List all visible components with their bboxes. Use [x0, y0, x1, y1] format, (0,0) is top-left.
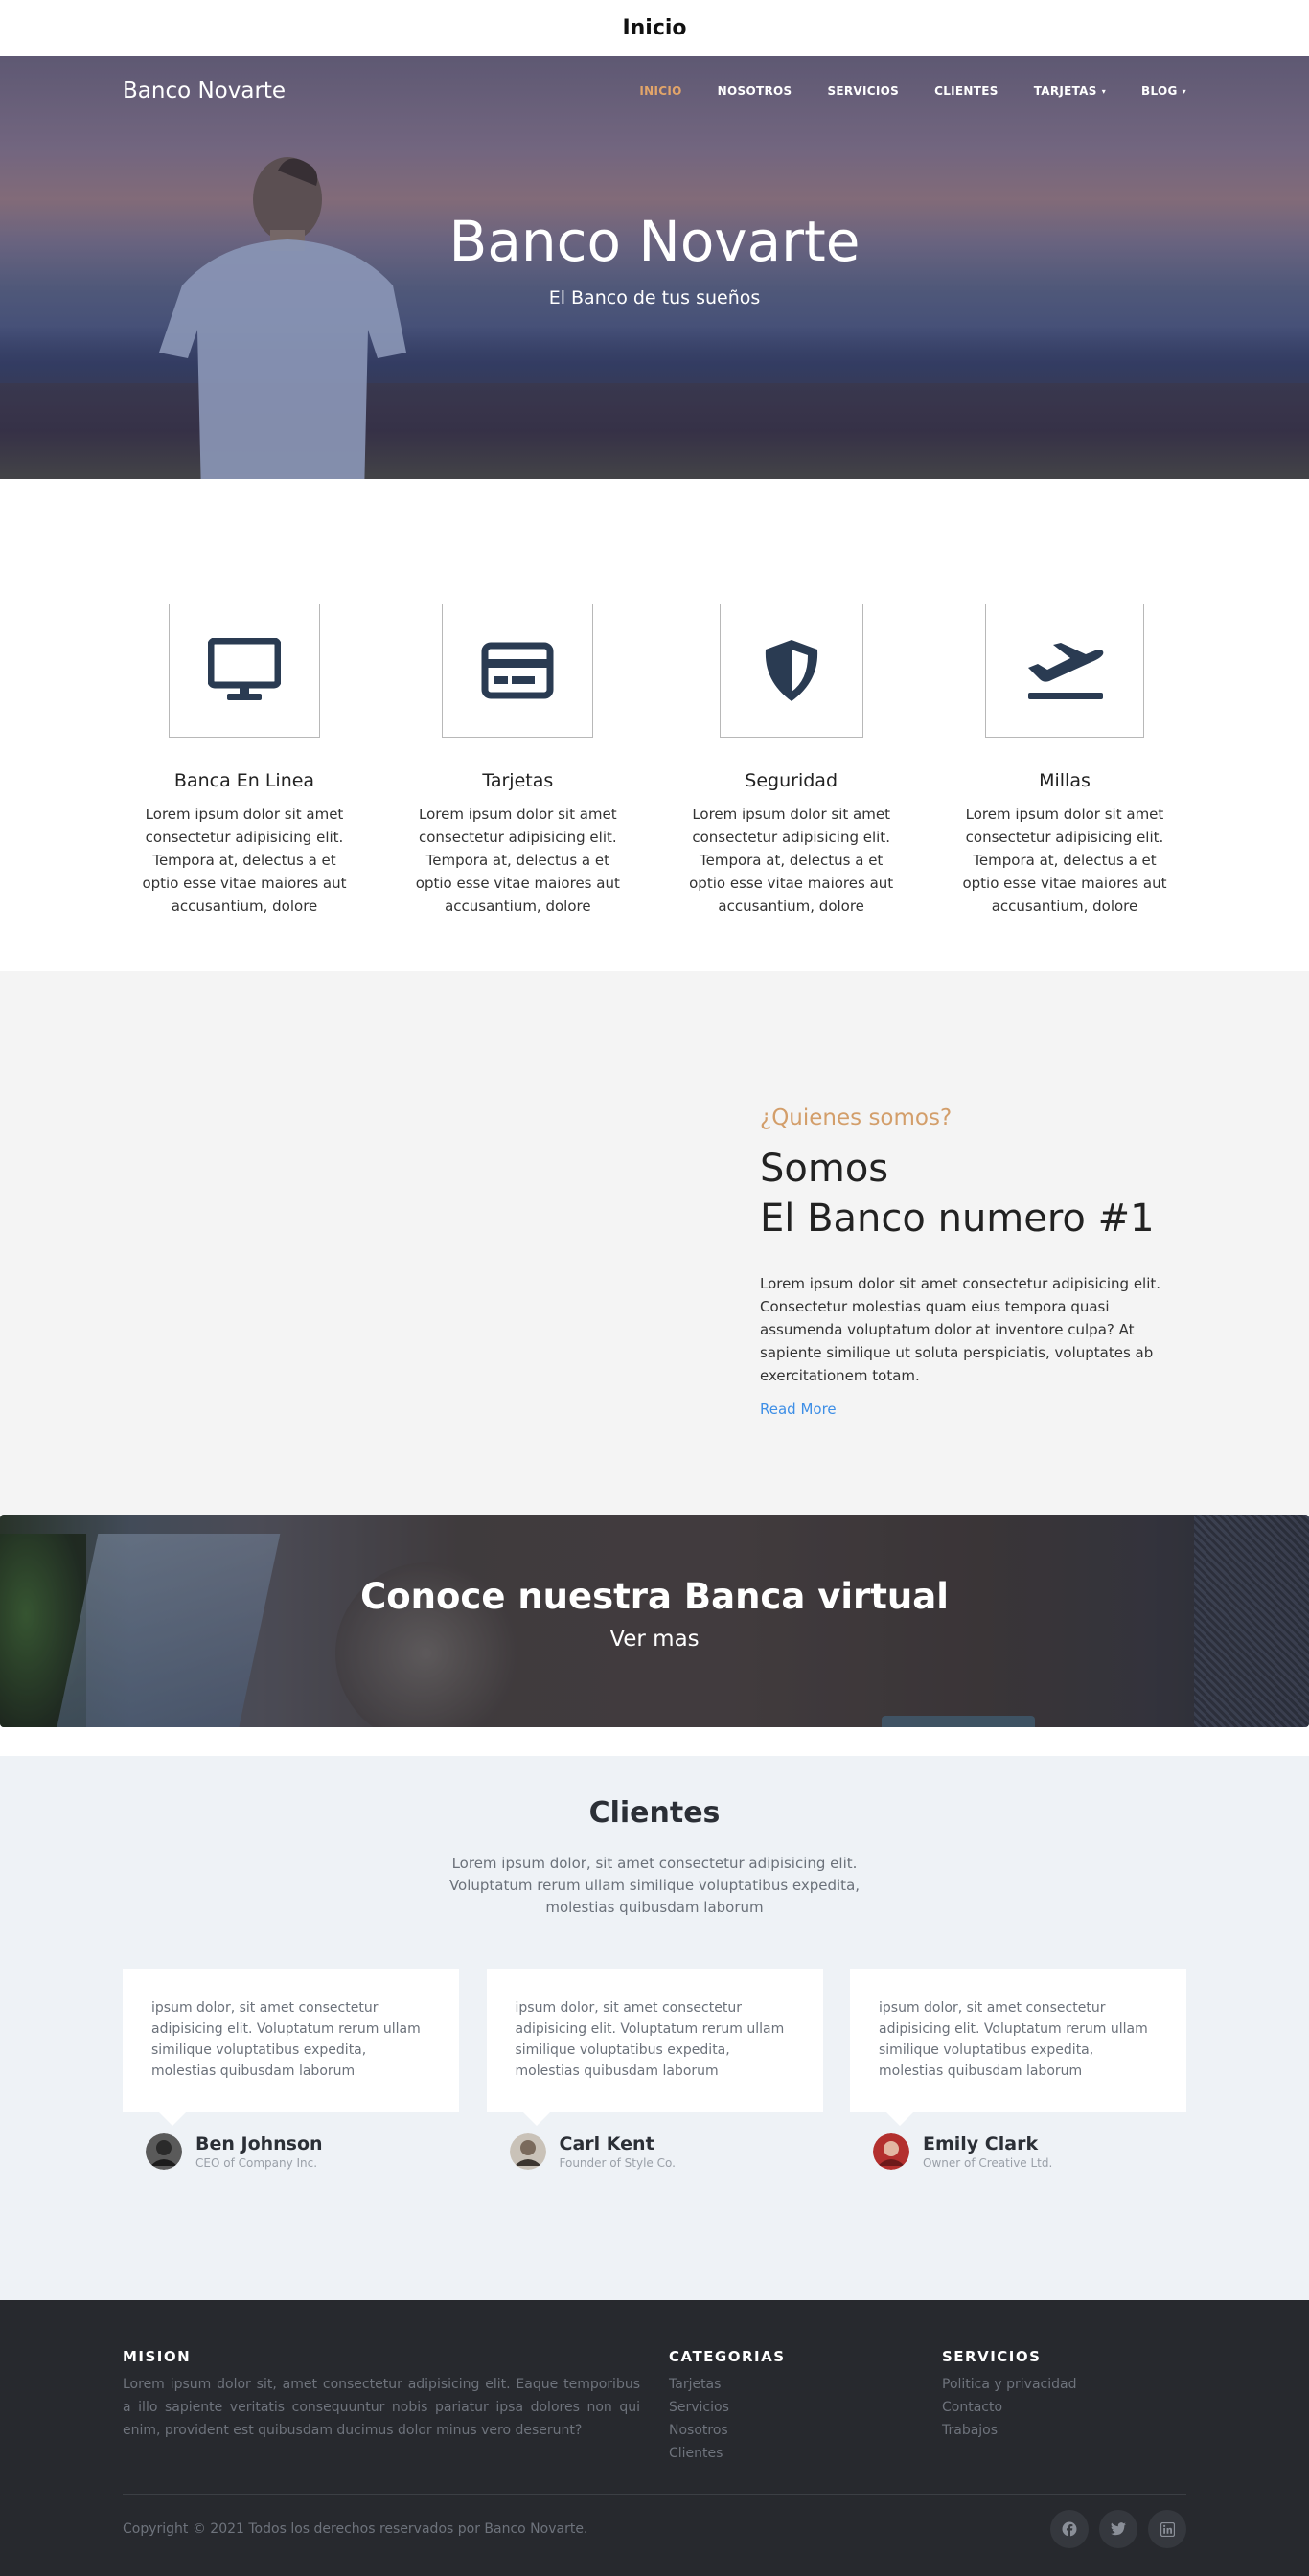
page-title: Inicio — [622, 15, 687, 40]
clients-lead: Lorem ipsum dolor, sit amet consectetur … — [448, 1855, 861, 1916]
nav-item-nosotros[interactable]: NOSOTROS — [718, 84, 792, 98]
hero-text: Banco Novarte El Banco de tus sueños — [0, 209, 1309, 308]
about-heading: Somos El Banco numero #1 — [760, 1144, 1182, 1243]
avatar — [146, 2133, 182, 2170]
testimonial-role: Founder of Style Co. — [559, 2156, 676, 2170]
feature-icon-box — [719, 604, 863, 738]
shield-icon — [765, 640, 817, 701]
banner-title: Conoce nuestra Banca virtual — [360, 1576, 949, 1617]
testimonial-quote: ipsum dolor, sit amet consectetur adipis… — [123, 1969, 459, 2126]
testimonial-name: Carl Kent — [559, 2133, 654, 2154]
testimonial-role: Owner of Creative Ltd. — [923, 2156, 1053, 2170]
site-footer: MISION Lorem ipsum dolor sit, amet conse… — [0, 2300, 1309, 2576]
main-navbar: Banco Novarte INICIO NOSOTROS SERVICIOS … — [0, 56, 1309, 126]
about-heading-line1: Somos — [760, 1147, 889, 1191]
nav-item-inicio[interactable]: INICIO — [639, 84, 681, 98]
hero-section: Banco Novarte INICIO NOSOTROS SERVICIOS … — [0, 56, 1309, 479]
clients-section: Clientes Lorem ipsum dolor, sit amet con… — [0, 1756, 1309, 2300]
page-header: Inicio — [0, 0, 1309, 56]
monitor-icon — [208, 638, 281, 700]
footer-heading: MISION — [123, 2348, 192, 2365]
copyright-text: Copyright © 2021 Todos los derechos rese… — [123, 2521, 588, 2537]
testimonial-card: ipsum dolor, sit amet consectetur adipis… — [850, 1969, 1186, 2170]
testimonial-author: Emily Clark Owner of Creative Ltd. — [850, 2133, 1186, 2170]
hero-title: Banco Novarte — [448, 209, 861, 274]
credit-card-icon — [481, 642, 554, 699]
feature-icon-box — [169, 604, 320, 738]
feature-text: Lorem ipsum dolor sit amet consectetur a… — [689, 806, 894, 915]
avatar — [873, 2133, 909, 2170]
footer-link-servicios[interactable]: Servicios — [669, 2396, 942, 2419]
nav-menu: INICIO NOSOTROS SERVICIOS CLIENTES TARJE… — [604, 84, 1186, 98]
feature-text: Lorem ipsum dolor sit amet consectetur a… — [415, 806, 620, 915]
testimonial-name: Emily Clark — [923, 2133, 1039, 2154]
footer-link-nosotros[interactable]: Nosotros — [669, 2419, 942, 2442]
feature-icon-box — [442, 604, 594, 738]
hero-subtitle: El Banco de tus sueños — [548, 287, 761, 308]
testimonial-author: Ben Johnson CEO of Company Inc. — [123, 2133, 459, 2170]
testimonial-name: Ben Johnson — [195, 2133, 323, 2154]
about-heading-line2: El Banco numero #1 — [760, 1197, 1155, 1241]
testimonial-quote: ipsum dolor, sit amet consectetur adipis… — [486, 1969, 823, 2126]
testimonial-card: ipsum dolor, sit amet consectetur adipis… — [486, 1969, 823, 2170]
banner-text: Conoce nuestra Banca virtual Ver mas — [0, 1576, 1309, 1652]
clients-title: Clientes — [588, 1796, 721, 1830]
feature-seguridad: Seguridad Lorem ipsum dolor sit amet con… — [681, 604, 902, 918]
features-section: Banca En Linea Lorem ipsum dolor sit ame… — [0, 479, 1309, 971]
footer-link-trabajos[interactable]: Trabajos — [942, 2419, 1076, 2442]
read-more-link[interactable]: Read More — [760, 1401, 837, 1418]
feature-title: Banca En Linea — [173, 770, 315, 791]
banca-virtual-banner[interactable]: Conoce nuestra Banca virtual Ver mas — [0, 1515, 1309, 1727]
nav-item-servicios[interactable]: SERVICIOS — [827, 84, 899, 98]
feature-tarjetas: Tarjetas Lorem ipsum dolor sit amet cons… — [407, 604, 628, 918]
avatar — [509, 2133, 546, 2170]
testimonial-author: Carl Kent Founder of Style Co. — [487, 2133, 823, 2170]
caret-down-icon: ▾ — [1182, 86, 1186, 96]
nav-item-tarjetas-dropdown[interactable]: TARJETAS ▾ — [1034, 84, 1106, 98]
feature-icon-box — [984, 604, 1144, 738]
plane-departure-icon — [1027, 643, 1104, 699]
footer-heading: CATEGORIAS — [669, 2348, 786, 2365]
about-text-block: ¿Quienes somos? Somos El Banco numero #1… — [760, 1106, 1182, 1418]
feature-title: Seguridad — [745, 770, 838, 791]
caret-down-icon: ▾ — [1101, 86, 1107, 96]
footer-link-tarjetas[interactable]: Tarjetas — [669, 2373, 942, 2396]
feature-millas: Millas Lorem ipsum dolor sit amet consec… — [954, 604, 1175, 918]
nav-item-clientes[interactable]: CLIENTES — [934, 84, 999, 98]
footer-mision-text: Lorem ipsum dolor sit, amet consectetur … — [123, 2377, 640, 2438]
section-spacer — [0, 1727, 1309, 1756]
testimonial-role: CEO of Company Inc. — [195, 2156, 318, 2170]
footer-link-contacto[interactable]: Contacto — [942, 2396, 1076, 2419]
twitter-icon[interactable] — [1099, 2510, 1137, 2548]
footer-link-clientes[interactable]: Clientes — [669, 2442, 942, 2465]
linkedin-icon[interactable] — [1148, 2510, 1186, 2548]
footer-categorias: CATEGORIAS Tarjetas Servicios Nosotros C… — [669, 2348, 942, 2465]
navbar-brand[interactable]: Banco Novarte — [123, 79, 286, 103]
footer-heading: SERVICIOS — [942, 2348, 1042, 2365]
feature-banca-en-linea: Banca En Linea Lorem ipsum dolor sit ame… — [134, 604, 355, 918]
footer-servicios: SERVICIOS Politica y privacidad Contacto… — [942, 2348, 1076, 2465]
about-section: ¿Quienes somos? Somos El Banco numero #1… — [0, 971, 1309, 1515]
feature-text: Lorem ipsum dolor sit amet consectetur a… — [962, 806, 1167, 915]
footer-bottom-bar: Copyright © 2021 Todos los derechos rese… — [123, 2494, 1186, 2548]
banner-link[interactable]: Ver mas — [0, 1627, 1309, 1652]
feature-text: Lorem ipsum dolor sit amet consectetur a… — [142, 806, 347, 915]
testimonial-quote: ipsum dolor, sit amet consectetur adipis… — [850, 1969, 1186, 2126]
footer-mision: MISION Lorem ipsum dolor sit, amet conse… — [123, 2348, 669, 2465]
nav-item-blog-dropdown[interactable]: BLOG ▾ — [1141, 84, 1186, 98]
feature-title: Millas — [1039, 770, 1091, 791]
footer-link-privacidad[interactable]: Politica y privacidad — [942, 2373, 1076, 2396]
testimonial-card: ipsum dolor, sit amet consectetur adipis… — [123, 1969, 459, 2170]
social-links — [1050, 2510, 1186, 2548]
about-kicker: ¿Quienes somos? — [760, 1106, 953, 1130]
about-paragraph: Lorem ipsum dolor sit amet consectetur a… — [760, 1275, 1161, 1384]
feature-title: Tarjetas — [482, 770, 554, 791]
facebook-icon[interactable] — [1050, 2510, 1089, 2548]
